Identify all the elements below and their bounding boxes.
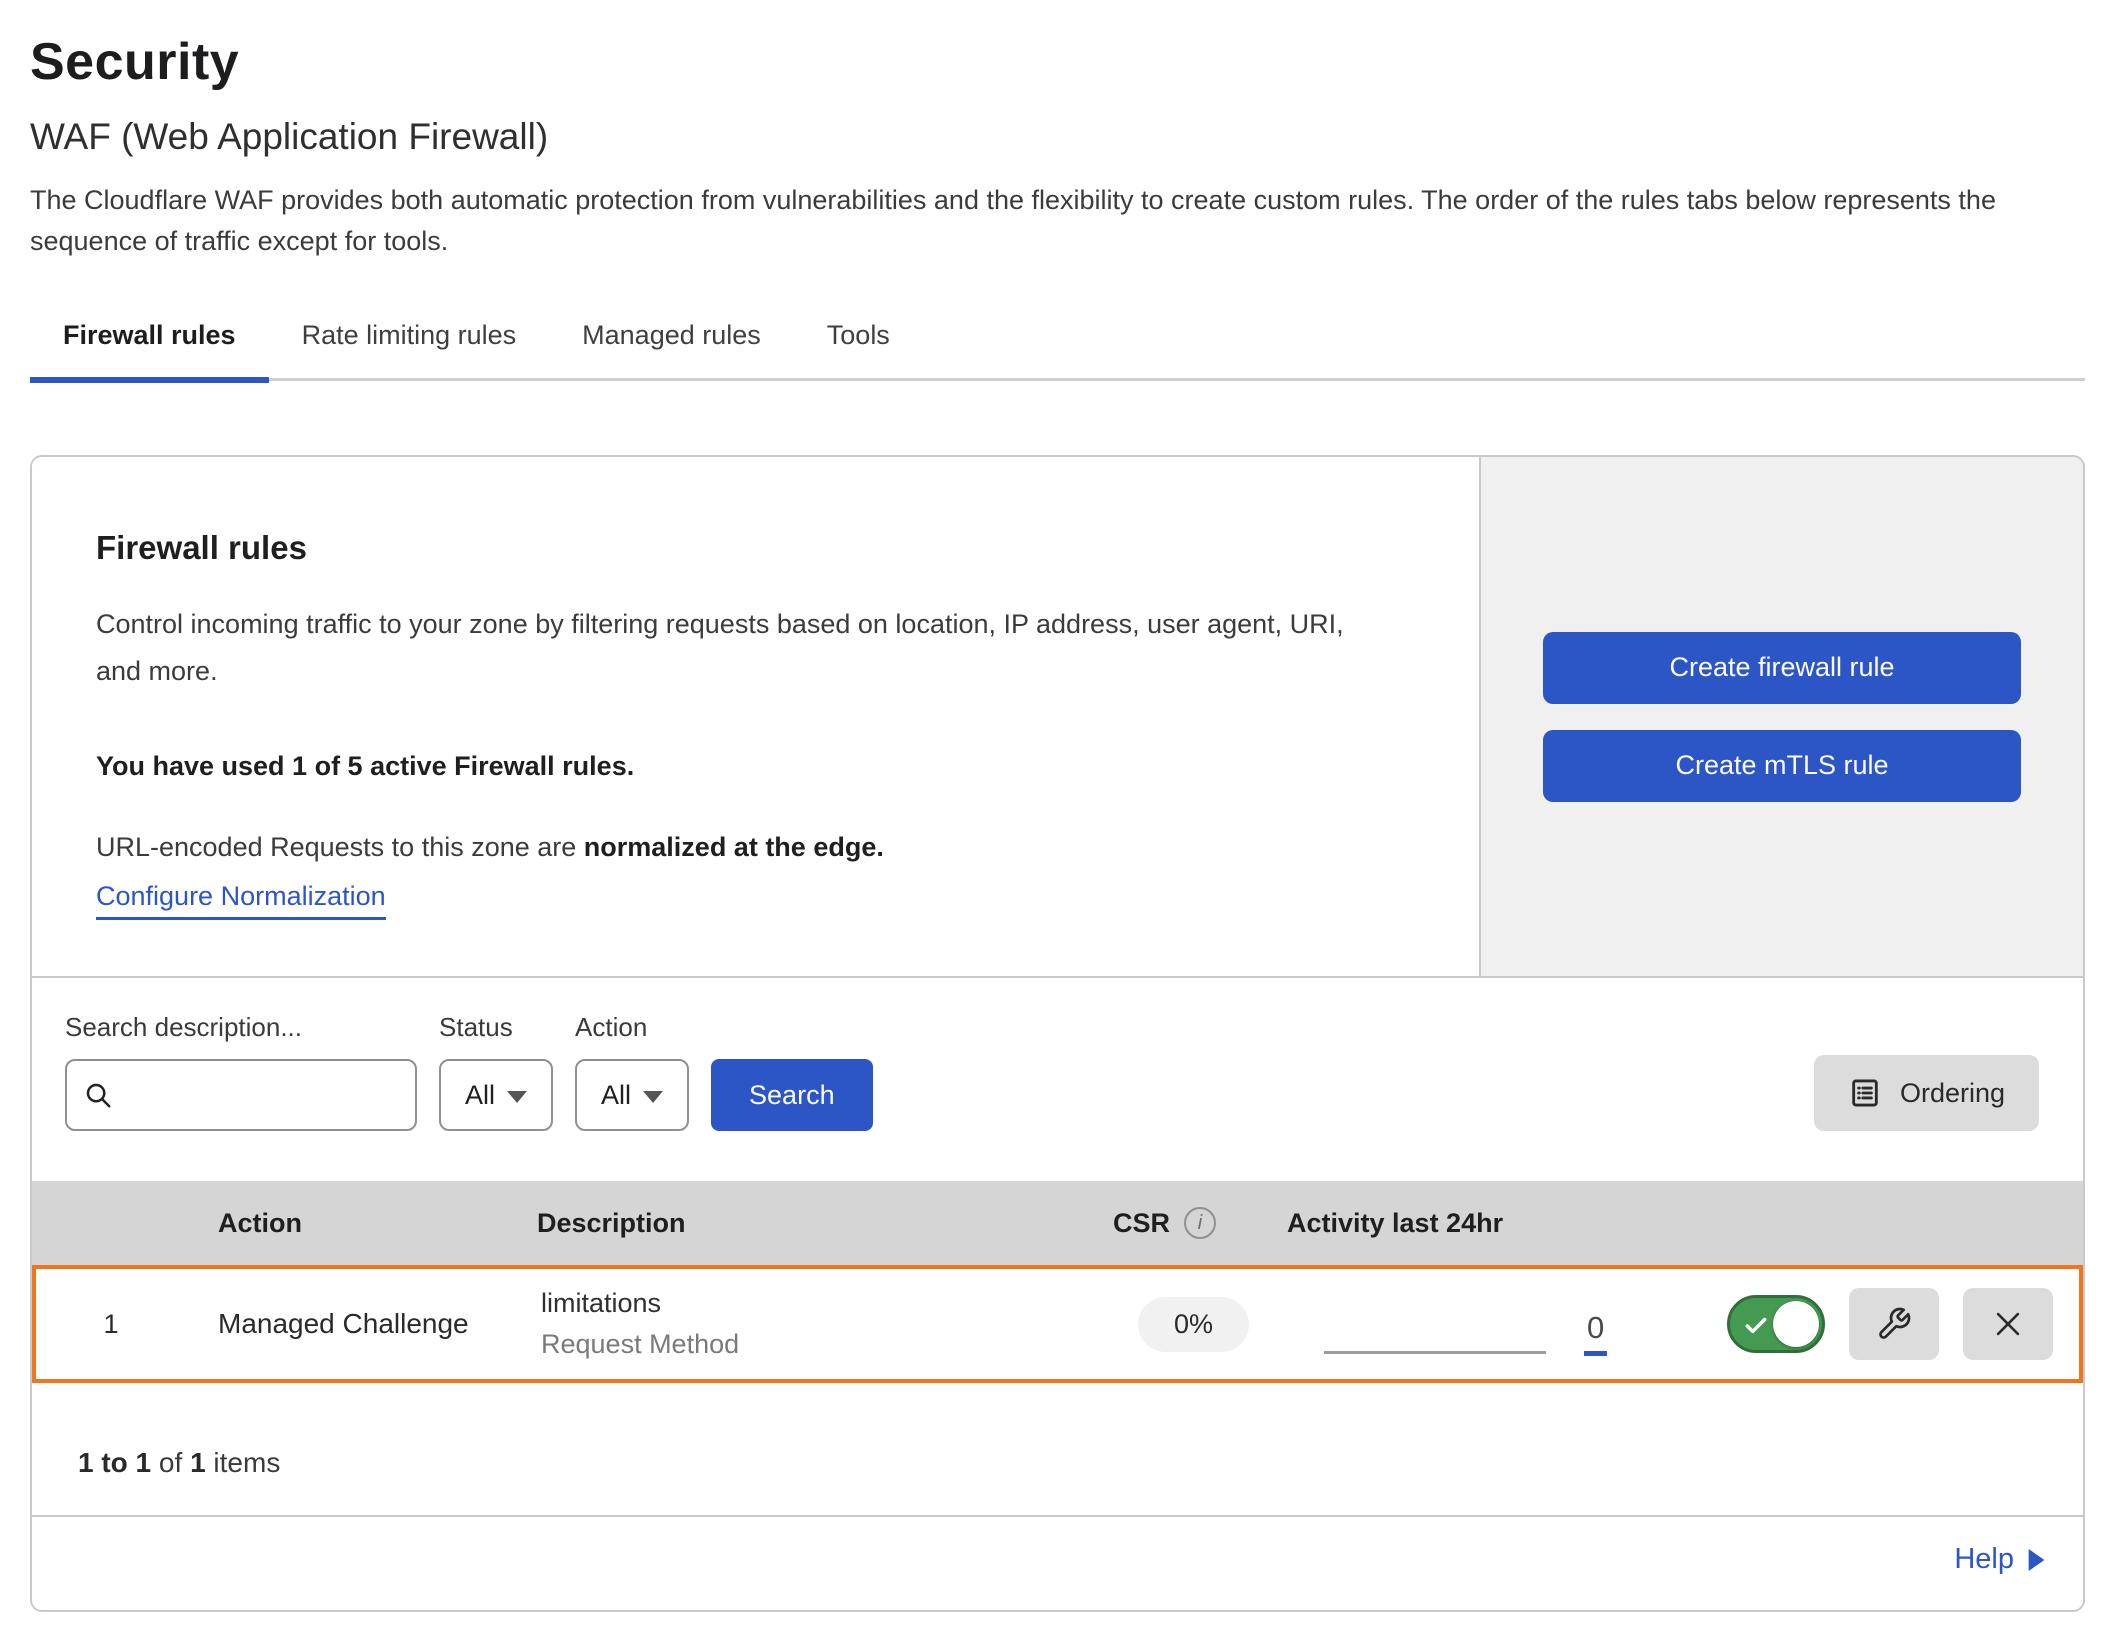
rule-description-sub: Request Method (541, 1329, 1096, 1360)
header-csr-label: CSR (1113, 1208, 1170, 1239)
tab-rate-limiting-rules[interactable]: Rate limiting rules (269, 306, 550, 383)
tab-firewall-rules[interactable]: Firewall rules (30, 306, 269, 383)
status-label: Status (439, 1012, 553, 1043)
waf-tabs: Firewall rules Rate limiting rules Manag… (30, 306, 2085, 381)
status-select[interactable]: All (439, 1059, 553, 1131)
ordering-button[interactable]: Ordering (1814, 1055, 2039, 1131)
header-csr: CSR i (1092, 1207, 1287, 1239)
search-filter-group: Search description... (65, 1012, 417, 1131)
create-mtls-rule-button[interactable]: Create mTLS rule (1543, 730, 2021, 802)
header-action: Action (182, 1208, 527, 1239)
items-of: of (151, 1447, 190, 1478)
help-link-label: Help (1954, 1543, 2014, 1576)
activity-count-link[interactable]: 0 (1584, 1312, 1607, 1356)
rules-table-header: Action Description CSR i Activity last 2… (32, 1181, 2083, 1265)
info-icon[interactable]: i (1184, 1207, 1216, 1239)
rule-enabled-toggle[interactable] (1727, 1295, 1825, 1353)
close-icon (1991, 1307, 2025, 1341)
page-title: Security (30, 32, 2085, 92)
hero-text-panel: Firewall rules Control incoming traffic … (32, 457, 1479, 976)
rule-description: limitations (541, 1288, 1096, 1319)
search-button[interactable]: Search (711, 1059, 873, 1131)
csr-badge: 0% (1138, 1297, 1249, 1352)
normalization-note: URL-encoded Requests to this zone are no… (96, 832, 1419, 863)
page-subtitle: WAF (Web Application Firewall) (30, 116, 2085, 158)
firewall-rules-card: Firewall rules Control incoming traffic … (30, 455, 2085, 1612)
normalization-note-bold: normalized at the edge. (584, 832, 884, 862)
action-label: Action (575, 1012, 689, 1043)
action-select[interactable]: All (575, 1059, 689, 1131)
check-icon (1743, 1313, 1769, 1339)
toggle-knob (1773, 1301, 1819, 1347)
hero-title: Firewall rules (96, 529, 1419, 567)
header-description: Description (527, 1208, 1092, 1239)
edit-rule-button[interactable] (1849, 1288, 1939, 1360)
activity-sparkline (1324, 1351, 1546, 1354)
search-input[interactable] (125, 1080, 399, 1111)
ordering-list-icon (1848, 1076, 1882, 1110)
create-firewall-rule-button[interactable]: Create firewall rule (1543, 632, 2021, 704)
wrench-icon (1876, 1306, 1912, 1342)
items-summary: 1 to 1 of 1 items (32, 1383, 2083, 1517)
chevron-right-icon (2028, 1549, 2045, 1571)
usage-summary: You have used 1 of 5 active Firewall rul… (96, 751, 1419, 782)
rule-controls (1711, 1288, 2079, 1360)
header-activity: Activity last 24hr (1287, 1208, 1707, 1239)
status-filter-group: Status All (439, 1012, 553, 1131)
help-link[interactable]: Help (1954, 1543, 2045, 1576)
items-range: 1 to 1 (78, 1447, 151, 1478)
search-icon (83, 1080, 113, 1110)
hero-actions-panel: Create firewall rule Create mTLS rule (1479, 457, 2083, 976)
status-select-value: All (465, 1080, 495, 1111)
help-row: Help (32, 1517, 2083, 1610)
table-row-rule-1: 1 Managed Challenge limitations Request … (32, 1265, 2083, 1383)
rule-description-cell: limitations Request Method (531, 1288, 1096, 1360)
rule-action: Managed Challenge (186, 1308, 531, 1340)
items-word: items (206, 1447, 281, 1478)
normalization-note-text: URL-encoded Requests to this zone are (96, 832, 584, 862)
rule-activity-cell: 0 (1291, 1312, 1711, 1356)
search-label: Search description... (65, 1012, 417, 1043)
firewall-rules-hero: Firewall rules Control incoming traffic … (32, 457, 2083, 978)
tab-tools[interactable]: Tools (794, 306, 923, 383)
delete-rule-button[interactable] (1963, 1288, 2053, 1360)
configure-normalization-link[interactable]: Configure Normalization (96, 881, 386, 920)
rule-csr-cell: 0% (1096, 1297, 1291, 1352)
filters-bar: Search description... Status All Action (32, 978, 2083, 1181)
action-select-value: All (601, 1080, 631, 1111)
items-total: 1 (190, 1447, 206, 1478)
hero-description: Control incoming traffic to your zone by… (96, 601, 1396, 695)
ordering-button-label: Ordering (1900, 1078, 2005, 1109)
page-description: The Cloudflare WAF provides both automat… (30, 180, 2085, 262)
rule-order: 1 (36, 1309, 186, 1340)
action-filter-group: Action All (575, 1012, 689, 1131)
chevron-down-icon (643, 1091, 663, 1103)
waf-page: Security WAF (Web Application Firewall) … (0, 0, 2114, 1612)
tab-managed-rules[interactable]: Managed rules (549, 306, 794, 383)
search-input-wrapper (65, 1059, 417, 1131)
chevron-down-icon (507, 1091, 527, 1103)
